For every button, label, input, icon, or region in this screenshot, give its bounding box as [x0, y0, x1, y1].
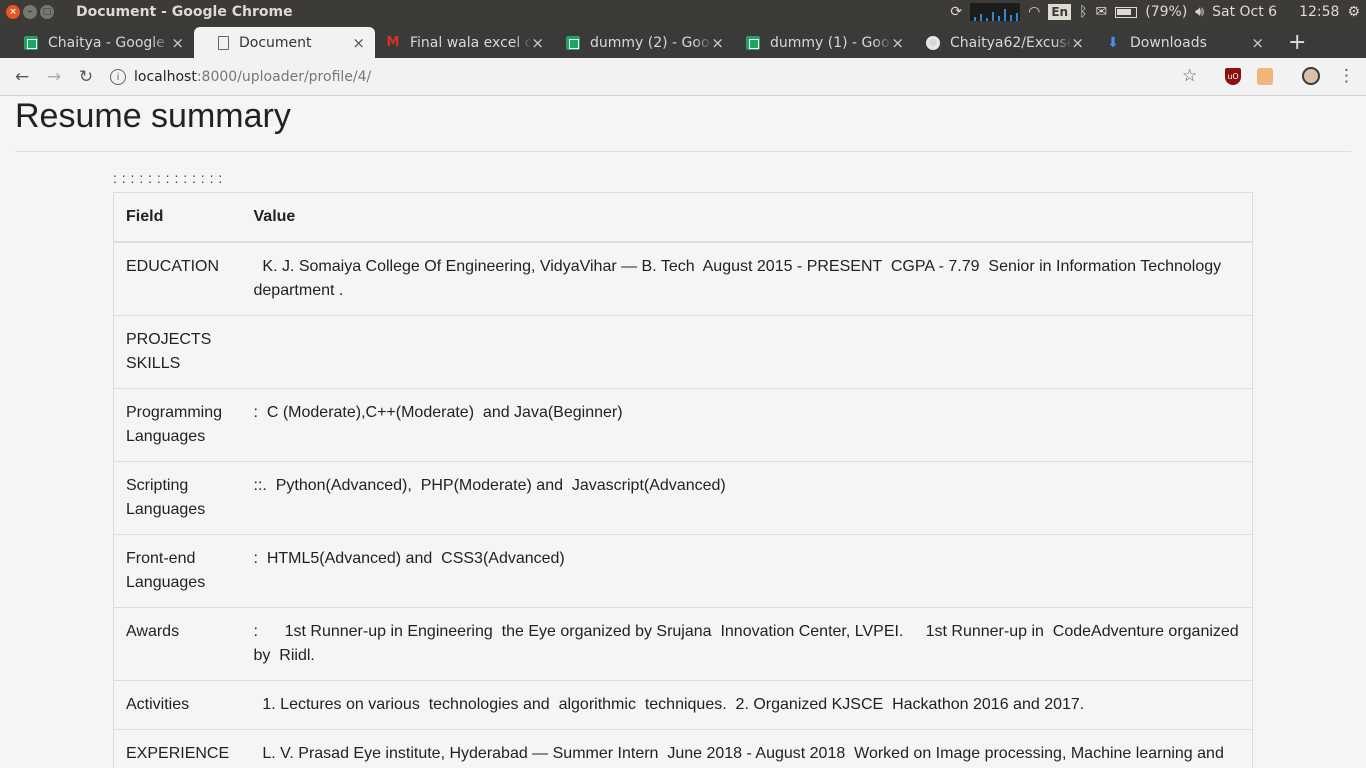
browser-tab-strip: Chaitya - Google Sheets × Document × M F… — [0, 24, 1366, 58]
table-row: EXPERIENCE L. V. Prasad Eye institute, H… — [113, 729, 1253, 768]
tab-label: Chaitya - Google Sheets — [48, 34, 170, 51]
os-top-bar: × – □ Document - Google Chrome ⟳ ◠ En ᛒ … — [0, 0, 1366, 24]
sheets-icon — [746, 35, 760, 50]
value-cell: : C (Moderate),C++(Moderate) and Java(Be… — [241, 388, 1253, 462]
header-value: Value — [241, 192, 1253, 243]
field-cell: Scripting Languages — [113, 461, 242, 535]
tab-label: dummy (2) - Google Sheets — [590, 34, 712, 51]
new-tab-button[interactable]: + — [1288, 30, 1306, 55]
title-divider — [15, 151, 1351, 152]
tab-label: Final wala excel c — [410, 34, 532, 51]
field-cell: PROJECTS SKILLS — [113, 315, 242, 389]
sheets-icon — [566, 35, 580, 50]
field-cell: Programming Languages — [113, 388, 242, 462]
tab-label: Downloads — [1130, 34, 1207, 51]
table-row: Programming Languages : C (Moderate),C++… — [113, 388, 1253, 462]
tab-github[interactable]: ● Chaitya62/Excuse × — [902, 27, 1094, 58]
battery-icon[interactable] — [1115, 6, 1138, 18]
battery-percent[interactable]: (79%) — [1145, 4, 1187, 20]
ublock-extension-icon[interactable]: uO — [1225, 68, 1241, 85]
settings-gear-icon[interactable]: ⚙ — [1347, 4, 1360, 20]
window-close-button[interactable]: × — [6, 5, 20, 19]
page-title: Resume summary — [15, 97, 291, 135]
download-icon: ⬇ — [1107, 34, 1119, 51]
reload-icon[interactable]: ↻ — [70, 67, 102, 87]
clock-date[interactable]: Sat Oct 6 — [1212, 4, 1277, 20]
header-field: Field — [113, 192, 242, 243]
profile-avatar[interactable] — [1302, 67, 1320, 85]
table-row: Front-end Languages : HTML5(Advanced) an… — [113, 534, 1253, 608]
window-controls: × – □ — [6, 5, 54, 19]
tab-label: dummy (1) - Google Sheets — [770, 34, 892, 51]
field-cell: Front-end Languages — [113, 534, 242, 608]
value-cell: ::. Python(Advanced), PHP(Moderate) and … — [241, 461, 1253, 535]
system-monitor-graph[interactable] — [970, 3, 1021, 21]
value-cell: : 1st Runner-up in Engineering the Eye o… — [241, 607, 1253, 681]
bookmark-star-icon[interactable]: ☆ — [1182, 66, 1197, 86]
tab-close-icon[interactable]: × — [171, 34, 184, 52]
field-cell: EXPERIENCE — [113, 729, 242, 768]
volume-icon[interactable]: 🔊︎ — [1195, 4, 1204, 20]
sheets-icon — [24, 35, 38, 50]
window-maximize-button[interactable]: □ — [40, 5, 54, 19]
page-content: Resume summary : : : : : : : : : : : : :… — [0, 96, 1366, 768]
table-row: Activities 1. Lectures on various techno… — [113, 680, 1253, 730]
tab-close-icon[interactable]: × — [1251, 34, 1264, 52]
back-arrow-icon[interactable]: ← — [6, 67, 38, 87]
input-language[interactable]: En — [1048, 4, 1072, 20]
document-icon — [218, 35, 229, 50]
separator-colons: : : : : : : : : : : : : : — [113, 170, 223, 186]
tab-dummy-1[interactable]: dummy (1) - Google Sheets × — [722, 27, 914, 58]
window-minimize-button[interactable]: – — [23, 5, 37, 19]
value-cell: K. J. Somaiya College Of Engineering, Vi… — [241, 241, 1253, 316]
value-cell: L. V. Prasad Eye institute, Hyderabad — … — [241, 729, 1253, 768]
field-cell: Awards — [113, 607, 242, 681]
tab-label: Chaitya62/Excuse — [950, 34, 1072, 51]
tab-downloads[interactable]: ⬇ Downloads × — [1082, 27, 1274, 58]
field-cell: Activities — [113, 680, 242, 730]
forward-arrow-icon[interactable]: → — [38, 67, 70, 87]
sync-icon[interactable]: ⟳ — [950, 4, 962, 20]
table-row: Awards : 1st Runner-up in Engineering th… — [113, 607, 1253, 681]
gmail-icon: M — [386, 35, 400, 50]
tab-label: Document — [239, 34, 312, 51]
url-host: localhost — [134, 69, 197, 85]
table-row: Scripting Languages ::. Python(Advanced)… — [113, 461, 1253, 535]
table-row: PROJECTS SKILLS — [113, 315, 1253, 389]
browser-menu-icon[interactable]: ⋮ — [1338, 66, 1355, 86]
tab-chaitya-sheets[interactable]: Chaitya - Google Sheets × — [0, 27, 194, 58]
tab-dummy-2[interactable]: dummy (2) - Google Sheets × — [542, 27, 734, 58]
address-bar[interactable]: i localhost:8000/uploader/profile/4/ — [110, 62, 1220, 92]
clock-time[interactable]: 12:58 — [1299, 4, 1339, 20]
wifi-icon[interactable]: ◠ — [1028, 4, 1040, 20]
value-cell — [241, 315, 1253, 389]
value-cell: 1. Lectures on various technologies and … — [241, 680, 1253, 730]
bluetooth-icon[interactable]: ᛒ — [1079, 4, 1087, 20]
tab-document[interactable]: Document × — [194, 27, 375, 58]
url-path: :8000/uploader/profile/4/ — [196, 69, 372, 85]
field-cell: EDUCATION — [113, 241, 242, 316]
browser-toolbar: ← → ↻ i localhost:8000/uploader/profile/… — [0, 58, 1366, 96]
mail-icon[interactable]: ✉ — [1096, 4, 1108, 20]
extension-icon[interactable] — [1257, 68, 1273, 85]
table-header-row: Field Value — [113, 192, 1253, 243]
resume-table: Field Value EDUCATION K. J. Somaiya Coll… — [113, 192, 1253, 768]
tab-gmail[interactable]: M Final wala excel c × — [362, 27, 554, 58]
site-info-icon[interactable]: i — [110, 69, 126, 85]
table-row: EDUCATION K. J. Somaiya College Of Engin… — [113, 241, 1253, 316]
system-tray: ⟳ ◠ En ᛒ ✉ (79%) 🔊︎ Sat Oct 6 12:58 ⚙ — [950, 0, 1366, 24]
value-cell: : HTML5(Advanced) and CSS3(Advanced) — [241, 534, 1253, 608]
github-icon: ● — [926, 35, 940, 50]
window-title: Document - Google Chrome — [76, 4, 293, 20]
